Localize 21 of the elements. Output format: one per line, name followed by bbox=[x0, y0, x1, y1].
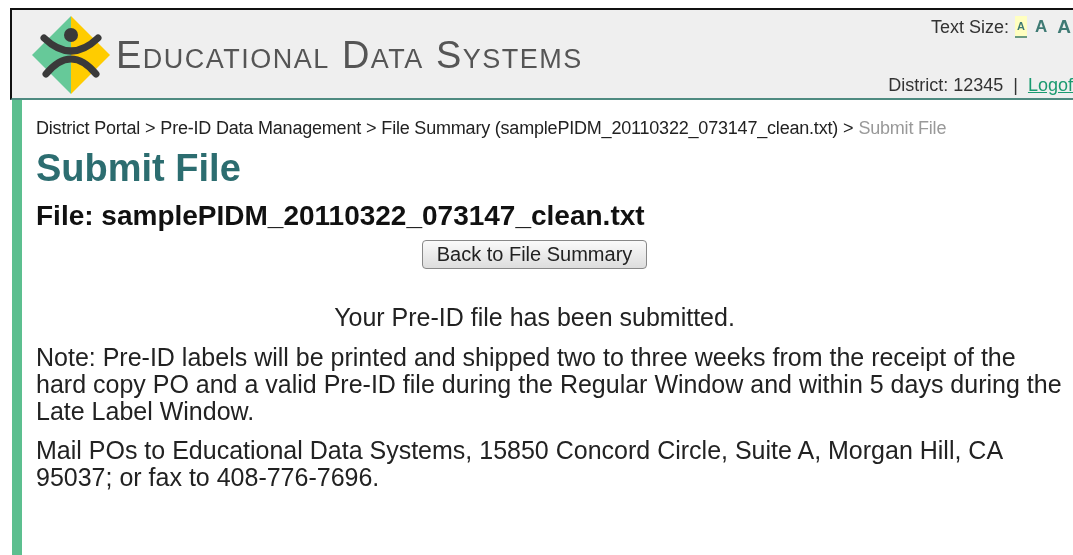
page-title: Submit File bbox=[36, 147, 242, 190]
breadcrumb-link[interactable]: File Summary (samplePIDM_20110322_073147_clean.txt) bbox=[381, 118, 839, 139]
breadcrumb-separator: > bbox=[366, 118, 377, 139]
text-size-option[interactable]: A bbox=[1055, 17, 1073, 37]
divider-text: | bbox=[1013, 75, 1018, 96]
breadcrumb-separator: > bbox=[843, 118, 854, 139]
text-size-option[interactable]: A bbox=[1033, 17, 1050, 37]
back-button[interactable]: Back to File Summary bbox=[421, 240, 648, 269]
text-size-label: Text Size: bbox=[931, 16, 1010, 38]
logo-icon bbox=[32, 16, 110, 94]
breadcrumb-separator: > bbox=[145, 118, 156, 139]
logo-text: Educational Data Systems bbox=[116, 33, 583, 77]
breadcrumb-current: Submit File bbox=[858, 118, 947, 139]
text-size-option[interactable]: A bbox=[1015, 16, 1027, 38]
note-paragraph: Note: Pre-ID labels will be printed and shipped two to three weeks from the receipt of the hard copy PO and a valid Pre-ID file during the Regular Window and within 5 days during the Late Label Window. bbox=[36, 344, 1063, 425]
confirmation-message: Your Pre-ID file has been submitted. bbox=[333, 303, 736, 332]
note-paragraph: Mail POs to Educational Data Systems, 15850 Concord Circle, Suite A, Morgan Hill, CA 95037; or fax to 408-776-7696. bbox=[36, 437, 1004, 491]
file-heading: File: samplePIDM_20110322_073147_clean.txt bbox=[36, 200, 646, 232]
breadcrumb-link[interactable]: District Portal bbox=[36, 118, 141, 139]
breadcrumb-link[interactable]: Pre-ID Data Management bbox=[160, 118, 362, 139]
district-number: District: 12345 bbox=[888, 75, 1004, 96]
